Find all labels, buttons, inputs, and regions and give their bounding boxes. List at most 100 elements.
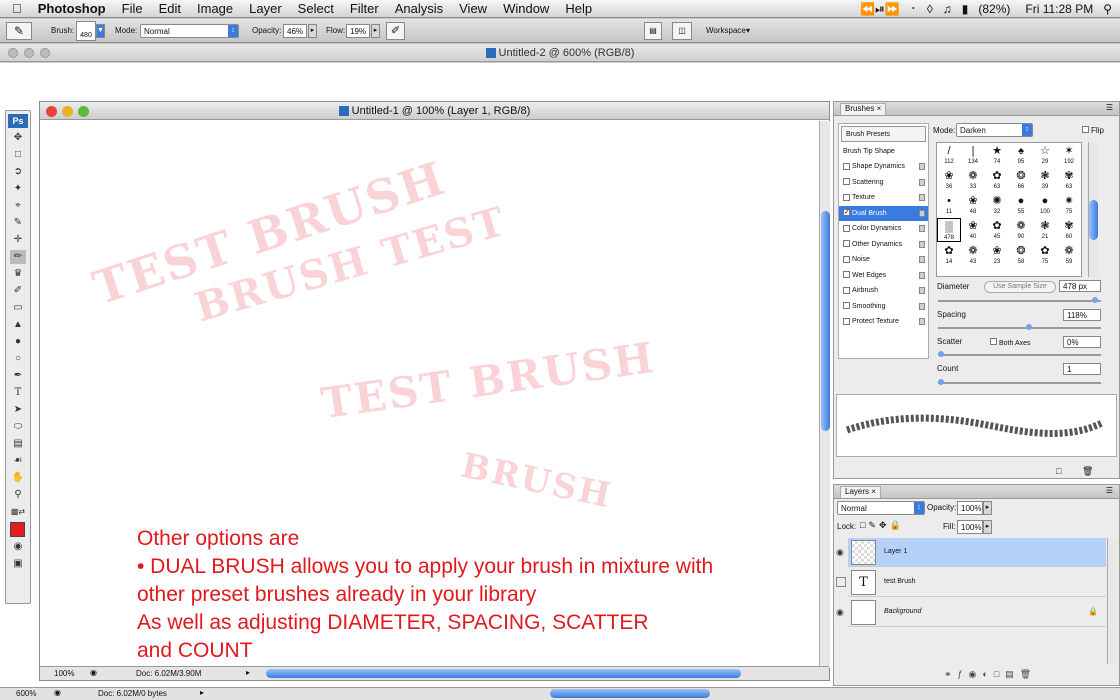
checkbox[interactable] (843, 317, 850, 325)
panel-menu-icon[interactable]: ☰ (1106, 103, 1113, 112)
notes-tool-icon[interactable]: ▤ (10, 437, 26, 451)
slice-tool-icon[interactable]: ✎ (10, 216, 26, 230)
checkbox[interactable] (843, 193, 850, 201)
app-menu[interactable]: Photoshop (30, 1, 114, 16)
tab-brushes[interactable]: Brushes × (840, 103, 887, 115)
fill-input[interactable]: 100% (957, 520, 983, 534)
status-arrow-icon[interactable]: ▸ (246, 668, 250, 677)
close-dot-icon[interactable] (8, 48, 18, 58)
brush-tip-shape-item[interactable]: Brush Tip Shape (839, 144, 928, 160)
doc2-zoom[interactable]: 600% (16, 689, 36, 698)
brush-tip[interactable]: ❃ 39 (1033, 168, 1057, 192)
eye-icon[interactable]: ◉ (836, 607, 846, 617)
brush-tip[interactable]: ❂ 58 (1009, 243, 1033, 267)
brush-tip[interactable]: ● 55 (1009, 193, 1033, 217)
zoom-level[interactable]: 100% (54, 669, 74, 678)
option-smoothing[interactable]: Smoothing (839, 299, 928, 315)
battery-icon[interactable]: ▮ (962, 2, 969, 16)
lock-icon[interactable] (919, 302, 925, 310)
brush-tip[interactable]: ❀ 23 (985, 243, 1009, 267)
layers-scrollbar[interactable] (1107, 538, 1119, 664)
blend-mode-select[interactable]: Normal ↕ (837, 501, 925, 515)
menu-layer[interactable]: Layer (241, 1, 290, 16)
brush-tip[interactable]: ❁ 33 (961, 168, 985, 192)
palette-well-2-icon[interactable]: ◫ (672, 22, 692, 40)
new-preset-icon[interactable]: □ (1056, 466, 1061, 476)
checkbox[interactable] (843, 178, 850, 186)
brush-tip[interactable]: ✿ 75 (1033, 243, 1057, 267)
spotlight-icon[interactable]: ⚲ (1103, 2, 1112, 16)
menu-image[interactable]: Image (189, 1, 241, 16)
layer-actions-icons[interactable]: ⚭ƒ◉◐□▤🗑 (944, 669, 1037, 680)
lock-icon[interactable] (919, 240, 925, 248)
palette-well-icon[interactable]: ▤ (644, 22, 662, 40)
brush-tip[interactable]: | 134 (961, 143, 985, 167)
diameter-input[interactable]: 478 px (1059, 280, 1101, 292)
ps-logo[interactable]: Ps (8, 114, 28, 128)
status-menu-icon[interactable]: ◉ (90, 668, 97, 677)
diameter-slider[interactable] (938, 297, 1101, 303)
visibility-box[interactable] (836, 577, 846, 587)
checkbox[interactable] (843, 240, 850, 248)
brush-tip[interactable]: ✾ 60 (1057, 218, 1081, 242)
checkbox[interactable] (843, 271, 850, 279)
workspace-menu[interactable]: Workspace (706, 26, 746, 35)
brush-mode-select[interactable]: Darken ↕ (956, 123, 1033, 137)
count-slider[interactable] (938, 379, 1101, 385)
checkbox[interactable] (843, 302, 850, 310)
menu-select[interactable]: Select (290, 1, 342, 16)
brush-tip[interactable]: ❁ 43 (961, 243, 985, 267)
canvas-area[interactable]: TEST BRUSH BRUSH TEST TEST BRUSH BRUSH O… (40, 121, 819, 668)
flow-slider-arrow-icon[interactable]: ▸ (371, 24, 380, 38)
lock-options-icon[interactable]: □✎✥🔒 (860, 520, 904, 531)
layer-row[interactable]: T test Brush (836, 568, 1106, 597)
brush-tip[interactable]: ❀ 48 (961, 193, 985, 217)
checkbox-checked[interactable]: ✓ (843, 209, 850, 217)
document-2-titlebar[interactable]: Untitled-2 @ 600% (RGB/8) (0, 44, 1120, 62)
option-other-dynamics[interactable]: Other Dynamics (839, 237, 928, 253)
menu-window[interactable]: Window (495, 1, 557, 16)
document-1-titlebar[interactable]: Untitled-1 @ 100% (Layer 1, RGB/8) (40, 102, 829, 120)
vertical-scrollbar[interactable] (819, 121, 830, 668)
menu-filter[interactable]: Filter (342, 1, 387, 16)
menu-view[interactable]: View (451, 1, 495, 16)
lock-icon[interactable] (919, 178, 925, 186)
volume-icon[interactable]: ♫ (943, 2, 952, 16)
path-select-icon[interactable]: ➤ (10, 403, 26, 417)
opacity-input[interactable]: 46% (283, 24, 307, 38)
spacing-input[interactable]: 118% (1063, 309, 1101, 321)
menu-help[interactable]: Help (557, 1, 600, 16)
move-tool-icon[interactable]: ✥ (10, 131, 26, 145)
option-dual-brush[interactable]: ✓ Dual Brush (839, 205, 928, 221)
layer-opacity-arrow-icon[interactable]: ▸ (983, 501, 992, 515)
lock-icon[interactable] (919, 287, 925, 294)
brush-picker-arrow-icon[interactable]: ▼ (96, 24, 105, 38)
apple-menu-icon[interactable]:  (0, 1, 30, 16)
option-texture[interactable]: Texture (839, 190, 928, 206)
lock-icon[interactable] (919, 209, 925, 217)
brush-tip[interactable]: ❁ 59 (1057, 243, 1081, 267)
hand-tool-icon[interactable]: ✋ (10, 471, 26, 485)
brush-presets-button[interactable]: Brush Presets (841, 126, 926, 142)
flow-input[interactable]: 19% (346, 24, 370, 38)
brush-tip[interactable]: ❁ 90 (1009, 218, 1033, 242)
stamp-tool-icon[interactable]: ♛ (10, 267, 26, 281)
history-brush-icon[interactable]: ✐ (10, 284, 26, 298)
bluetooth-icon[interactable]: ᛫ (910, 2, 917, 16)
zoom-tool-icon[interactable]: ⚲ (10, 488, 26, 502)
lock-icon[interactable] (919, 271, 925, 279)
layer-row[interactable]: ◉ Layer 1 (836, 538, 1106, 567)
foreground-color-swatch[interactable] (10, 522, 25, 537)
eye-icon[interactable]: ◉ (836, 547, 846, 557)
horizontal-scrollbar[interactable] (266, 669, 741, 678)
use-sample-size-button[interactable]: Use Sample Size (984, 281, 1056, 293)
brush-tip[interactable]: ✷ 75 (1057, 193, 1081, 217)
option-color-dynamics[interactable]: Color Dynamics (839, 221, 928, 237)
type-tool-icon[interactable]: T (10, 386, 26, 400)
tab-layers[interactable]: Layers × (840, 486, 881, 498)
option-shape-dynamics[interactable]: Shape Dynamics (839, 159, 928, 175)
scatter-input[interactable]: 0% (1063, 336, 1101, 348)
brush-tip[interactable]: ❀ 36 (937, 168, 961, 192)
menu-file[interactable]: File (114, 1, 151, 16)
lock-icon[interactable] (919, 225, 925, 232)
